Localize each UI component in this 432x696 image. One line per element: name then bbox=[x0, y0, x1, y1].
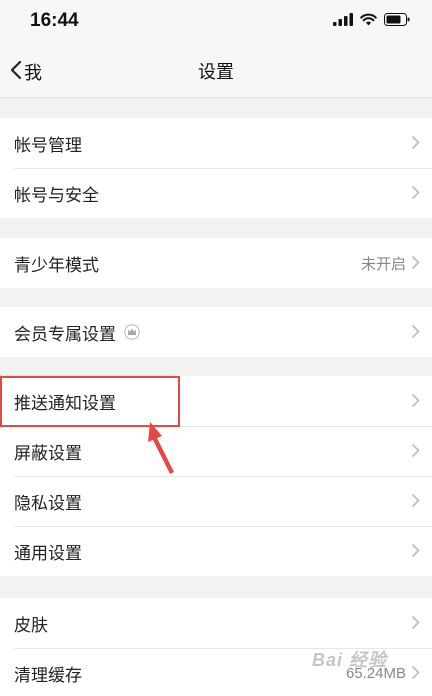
chevron-right-icon bbox=[411, 324, 420, 339]
chevron-right-icon bbox=[411, 255, 420, 270]
row-skin[interactable]: 皮肤 bbox=[0, 598, 432, 648]
page-title: 设置 bbox=[198, 62, 234, 82]
battery-icon bbox=[384, 13, 410, 31]
row-label: 帐号与安全 bbox=[14, 185, 99, 205]
row-push-notification[interactable]: 推送通知设置 bbox=[0, 376, 432, 426]
row-label: 通用设置 bbox=[14, 543, 82, 563]
row-clear-cache[interactable]: 清理缓存 65.24MB bbox=[0, 648, 432, 696]
row-label: 屏蔽设置 bbox=[14, 443, 82, 463]
row-block-settings[interactable]: 屏蔽设置 bbox=[0, 426, 432, 476]
status-time: 16:44 bbox=[30, 10, 79, 31]
row-value: 65.24MB bbox=[345, 664, 406, 682]
settings-group-account: 帐号管理 帐号与安全 bbox=[0, 118, 432, 218]
row-account-security[interactable]: 帐号与安全 bbox=[0, 168, 432, 218]
chevron-right-icon bbox=[411, 185, 420, 200]
status-icons bbox=[333, 13, 410, 31]
signal-icon bbox=[333, 13, 353, 31]
row-account-management[interactable]: 帐号管理 bbox=[0, 118, 432, 168]
row-general-settings[interactable]: 通用设置 bbox=[0, 526, 432, 576]
settings-group-misc: 皮肤 清理缓存 65.24MB bbox=[0, 598, 432, 696]
row-teen-mode[interactable]: 青少年模式 未开启 bbox=[0, 238, 432, 288]
row-label: 会员专属设置 bbox=[14, 324, 116, 344]
row-label: 清理缓存 bbox=[14, 665, 82, 685]
row-label: 皮肤 bbox=[14, 615, 48, 635]
nav-bar: 我 设置 bbox=[0, 44, 432, 98]
chevron-right-icon bbox=[411, 135, 420, 150]
chevron-right-icon bbox=[411, 493, 420, 508]
settings-group-general: 推送通知设置 屏蔽设置 隐私设置 通用设置 bbox=[0, 376, 432, 576]
wifi-icon bbox=[360, 13, 377, 31]
settings-group-member: 会员专属设置 bbox=[0, 307, 432, 357]
chevron-right-icon bbox=[411, 443, 420, 458]
row-label: 帐号管理 bbox=[14, 135, 82, 155]
chevron-right-icon bbox=[411, 393, 420, 408]
chevron-right-icon bbox=[411, 665, 420, 680]
row-privacy-settings[interactable]: 隐私设置 bbox=[0, 476, 432, 526]
row-label: 推送通知设置 bbox=[14, 393, 116, 413]
settings-group-teen: 青少年模式 未开启 bbox=[0, 238, 432, 288]
status-bar: 16:44 bbox=[0, 0, 432, 44]
row-value: 未开启 bbox=[360, 255, 406, 273]
row-label: 隐私设置 bbox=[14, 493, 82, 513]
row-label: 青少年模式 bbox=[14, 255, 99, 275]
chevron-right-icon bbox=[411, 615, 420, 630]
crown-icon bbox=[124, 324, 140, 340]
chevron-right-icon bbox=[411, 543, 420, 558]
row-member-settings[interactable]: 会员专属设置 bbox=[0, 307, 432, 357]
